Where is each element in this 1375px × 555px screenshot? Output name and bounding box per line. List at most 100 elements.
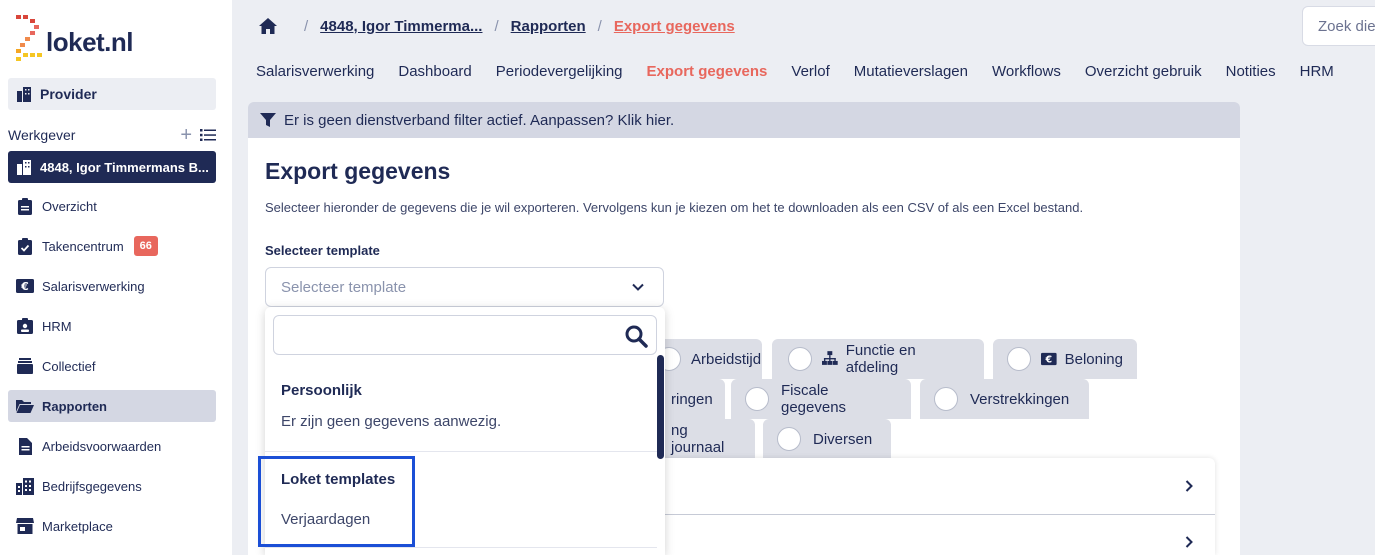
checkbox[interactable]: [788, 347, 812, 371]
chip-diversen[interactable]: Diversen: [763, 419, 891, 459]
group-persoonlijk: Persoonlijk: [281, 382, 362, 399]
row-divider: [658, 514, 1215, 515]
breadcrumb-separator: /: [597, 17, 602, 35]
add-employer-icon[interactable]: +: [180, 125, 192, 145]
breadcrumb-employer[interactable]: 4848, Igor Timmerma...: [320, 18, 482, 35]
sidebar-item-label: Overzicht: [42, 198, 97, 214]
tab-verlof[interactable]: Verlof: [791, 63, 829, 85]
clipboard-check-icon: [16, 237, 34, 255]
template-select[interactable]: Selecteer template: [265, 267, 664, 307]
chip-verstrekkingen[interactable]: Verstrekkingen: [920, 379, 1089, 419]
sidebar-item-overzicht[interactable]: Overzicht: [8, 190, 216, 222]
store-icon: [16, 517, 34, 535]
list-icon[interactable]: [200, 128, 216, 142]
sidebar-item-takencentrum[interactable]: Takencentrum 66: [8, 230, 216, 262]
sidebar-item-label: Takencentrum: [42, 238, 124, 254]
sidebar-item-bedrijfsgegevens[interactable]: Bedrijfsgegevens: [8, 470, 216, 502]
filter-bar-text: Er is geen dienstverband filter actief. …: [284, 111, 675, 129]
template-select-placeholder: Selecteer template: [281, 278, 407, 296]
chevron-right-icon[interactable]: [1182, 535, 1196, 549]
breadcrumb-separator: /: [304, 17, 309, 35]
dropdown-divider: [265, 547, 657, 548]
tab-workflows[interactable]: Workflows: [992, 63, 1061, 85]
tab-notities[interactable]: Notities: [1226, 63, 1276, 85]
chip-label: Arbeidstijd: [691, 350, 762, 368]
checkbox[interactable]: [745, 387, 769, 411]
tab-hrm[interactable]: HRM: [1300, 63, 1334, 85]
tab-export-gegevens[interactable]: Export gegevens: [647, 63, 768, 85]
layers-icon: [16, 357, 34, 375]
export-section-list: [658, 458, 1215, 555]
sidebar-item-collectief[interactable]: Collectief: [8, 350, 216, 382]
chip-label: ringen: [671, 390, 713, 408]
tab-periodevergelijking[interactable]: Periodevergelijking: [496, 63, 623, 85]
breadcrumb-separator: /: [494, 17, 499, 35]
employer-name: 4848, Igor Timmermans B...: [40, 159, 209, 175]
checkbox[interactable]: [777, 427, 801, 451]
sidebar-item-label: Arbeidsvoorwaarden: [42, 438, 162, 454]
sidebar: loket.nl Provider Werkgever + 4848, Igor…: [0, 0, 232, 555]
template-label: Selecteer template: [265, 243, 380, 258]
werkgever-header: Werkgever +: [8, 125, 216, 145]
werkgever-label: Werkgever: [8, 127, 76, 143]
home-icon[interactable]: [258, 16, 278, 36]
page-title: Export gegevens: [265, 158, 451, 184]
empty-message: Er zijn geen gegevens aanwezig.: [281, 413, 502, 430]
checkbox[interactable]: [934, 387, 958, 411]
euro-money-icon: €: [1041, 352, 1057, 365]
chevron-down-icon: [632, 283, 644, 291]
buildings-icon: [17, 160, 31, 175]
chip-functie-en-afdeling[interactable]: Functie en afdeling: [772, 339, 984, 379]
breadcrumb-rapporten[interactable]: Rapporten: [511, 18, 586, 35]
checkbox[interactable]: [1007, 347, 1031, 371]
document-icon: [16, 437, 34, 455]
highlight-box: [258, 456, 415, 547]
sidebar-item-label: Salarisverwerking: [42, 278, 145, 294]
chip-label: Beloning: [1064, 350, 1123, 368]
filter-icon: [260, 113, 276, 127]
chevron-right-icon[interactable]: [1182, 479, 1196, 493]
search-input[interactable]: Zoek die: [1302, 6, 1375, 46]
sidebar-item-marketplace[interactable]: Marketplace: [8, 510, 216, 542]
sidebar-item-label: Rapporten: [42, 398, 107, 414]
chip-label: Functie en afdeling: [845, 342, 916, 376]
svg-text:€: €: [20, 280, 29, 293]
tab-dashboard[interactable]: Dashboard: [398, 63, 471, 85]
report-tabs: Salarisverwerking Dashboard Periodeverge…: [256, 63, 1358, 85]
dropdown-divider: [265, 451, 657, 452]
breadcrumb: / 4848, Igor Timmerma... / Rapporten / E…: [258, 16, 735, 36]
chip-fiscale-gegevens[interactable]: Fiscale gegevens: [731, 379, 911, 419]
loket-logo[interactable]: loket.nl: [10, 10, 134, 66]
search-icon: [625, 325, 648, 348]
sidebar-item-label: Collectief: [42, 358, 96, 374]
template-search-input[interactable]: [273, 315, 657, 355]
task-count-badge: 66: [133, 236, 158, 256]
folder-open-icon: [16, 397, 34, 415]
sidebar-nav: Overzicht Takencentrum 66 € Salarisverwe…: [8, 190, 216, 550]
sidebar-item-hrm[interactable]: HRM: [8, 310, 216, 342]
clipboard-icon: [16, 197, 34, 215]
org-chart-icon: [822, 351, 838, 365]
euro-money-icon: €: [16, 277, 34, 295]
tab-overzicht-gebruik[interactable]: Overzicht gebruik: [1085, 63, 1202, 85]
employer-selector[interactable]: 4848, Igor Timmermans B...: [8, 151, 216, 183]
chip-label: Fiscale gegevens: [781, 382, 847, 416]
sidebar-item-label: Bedrijfsgegevens: [42, 478, 142, 494]
filter-bar[interactable]: Er is geen dienstverband filter actief. …: [248, 102, 1240, 138]
chip-label: Verstrekkingen: [970, 390, 1070, 408]
svg-text:€: €: [1044, 354, 1052, 365]
sidebar-item-arbeidsvoorwaarden[interactable]: Arbeidsvoorwaarden: [8, 430, 216, 462]
provider-button[interactable]: Provider: [8, 78, 216, 110]
tab-salarisverwerking[interactable]: Salarisverwerking: [256, 63, 374, 85]
logo-text: loket.nl: [46, 26, 134, 57]
logo-mark-icon: [10, 13, 44, 63]
sidebar-item-label: Marketplace: [42, 518, 113, 534]
tab-mutatieverslagen[interactable]: Mutatieverslagen: [854, 63, 968, 85]
dropdown-scrollbar[interactable]: [657, 355, 664, 459]
sidebar-item-salarisverwerking[interactable]: € Salarisverwerking: [8, 270, 216, 302]
chip-beloning[interactable]: € Beloning: [993, 339, 1137, 379]
buildings-icon: [16, 477, 34, 495]
breadcrumb-current[interactable]: Export gegevens: [614, 18, 735, 35]
sidebar-item-rapporten[interactable]: Rapporten: [8, 390, 216, 422]
chip-label: ng journaal: [671, 422, 725, 456]
